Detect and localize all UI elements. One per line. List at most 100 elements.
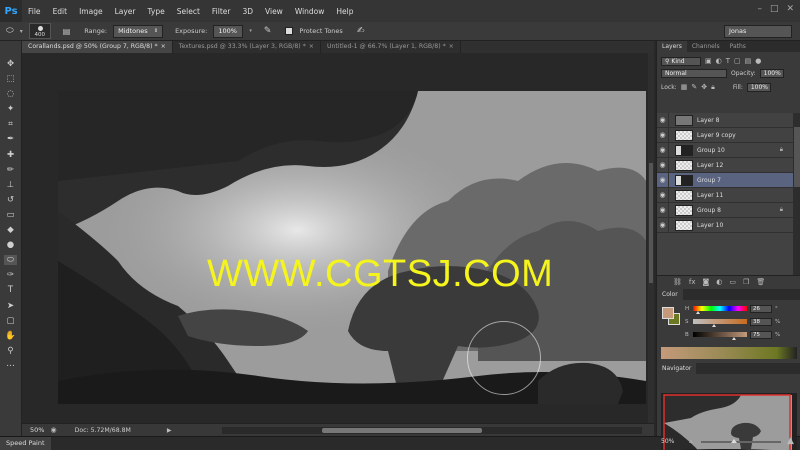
- filter-type-icon[interactable]: T: [726, 57, 730, 65]
- visibility-eye-icon[interactable]: ◉: [657, 112, 669, 128]
- filter-kind-select[interactable]: ⚲ Kind: [661, 56, 701, 66]
- menu-type[interactable]: Type: [142, 7, 171, 16]
- dodge-tool-icon[interactable]: ⬭: [6, 26, 14, 36]
- filter-pixel-icon[interactable]: ▣: [705, 57, 712, 65]
- lock-pixels-icon[interactable]: ✎: [691, 83, 697, 91]
- exposure-input[interactable]: 100%: [213, 24, 244, 38]
- color-foreground-swatch[interactable]: [662, 307, 674, 319]
- zoom-tool-icon[interactable]: ⚲: [4, 346, 17, 356]
- filter-smart-icon[interactable]: ▤: [745, 57, 752, 65]
- tool-preset-chevron-icon[interactable]: ▾: [20, 28, 23, 35]
- brightness-input[interactable]: 75: [750, 330, 772, 339]
- exposure-dropdown-icon[interactable]: ▾: [249, 28, 252, 34]
- shape-tool-icon[interactable]: ▢: [4, 316, 17, 326]
- fill-input[interactable]: 100%: [746, 82, 771, 92]
- visibility-eye-icon[interactable]: ◉: [657, 187, 669, 203]
- dodge-tool-icon[interactable]: ⬭: [4, 255, 17, 266]
- layer-row-selected[interactable]: ◉ Group 7: [657, 172, 793, 188]
- scrollbar-thumb[interactable]: [322, 428, 482, 433]
- navigator-zoom-slider[interactable]: [701, 439, 781, 443]
- zoom-level[interactable]: 50%: [30, 426, 44, 434]
- menu-help[interactable]: Help: [330, 7, 359, 16]
- type-tool-icon[interactable]: T: [4, 285, 17, 295]
- adjustment-icon[interactable]: ◐: [716, 278, 722, 286]
- slider-thumb[interactable]: [731, 439, 737, 443]
- visibility-eye-icon[interactable]: ◉: [657, 127, 669, 143]
- saturation-slider[interactable]: [693, 319, 747, 327]
- layer-row[interactable]: ◉ Layer 9 copy: [657, 127, 793, 143]
- tab-untitled[interactable]: Untitled-1 @ 66.7% (Layer 1, RGB/8) * ×: [320, 41, 461, 53]
- fx-icon[interactable]: fx: [689, 278, 696, 286]
- status-options-icon[interactable]: ◉: [50, 426, 56, 434]
- brightness-slider[interactable]: [693, 332, 747, 340]
- artwork-canvas[interactable]: [58, 91, 646, 404]
- layer-row[interactable]: ◉ Layer 12: [657, 157, 793, 173]
- zoom-out-icon[interactable]: ▵: [689, 437, 693, 445]
- filter-shape-icon[interactable]: ▢: [734, 57, 741, 65]
- close-tab-icon[interactable]: ×: [161, 43, 166, 50]
- filter-adjust-icon[interactable]: ◐: [716, 57, 722, 65]
- hue-input[interactable]: 26: [750, 304, 772, 313]
- more-tools-icon[interactable]: ⋯: [4, 361, 17, 371]
- color-ramp[interactable]: [661, 347, 797, 359]
- layers-scrollbar[interactable]: [793, 113, 800, 275]
- maximize-icon[interactable]: □: [770, 4, 779, 14]
- tab-textures[interactable]: Textures.psd @ 33.3% (Layer 3, RGB/8) * ×: [172, 41, 321, 53]
- workspace-select[interactable]: Jonas: [724, 25, 792, 38]
- layer-row[interactable]: ◉ Layer 8: [657, 112, 793, 128]
- menu-layer[interactable]: Layer: [109, 7, 142, 16]
- tab-corallands[interactable]: Corallands.psd @ 50% (Group 7, RGB/8) * ×: [22, 41, 173, 53]
- close-tab-icon[interactable]: ×: [309, 43, 314, 50]
- close-icon[interactable]: ✕: [786, 4, 794, 14]
- menu-file[interactable]: File: [22, 7, 47, 16]
- path-select-tool-icon[interactable]: ➤: [4, 301, 17, 311]
- trash-icon[interactable]: 🗑︎: [756, 278, 765, 286]
- clone-stamp-tool-icon[interactable]: ⊥: [4, 180, 17, 190]
- lasso-tool-icon[interactable]: ◌: [4, 89, 17, 99]
- slider-thumb[interactable]: [712, 324, 716, 327]
- new-layer-icon[interactable]: ❐: [743, 278, 749, 286]
- range-select[interactable]: Midtones ⇕: [113, 24, 164, 38]
- pressure-size-icon[interactable]: ✍: [357, 26, 365, 36]
- tab-channels[interactable]: Channels: [687, 41, 725, 52]
- quick-select-tool-icon[interactable]: ✦: [4, 104, 17, 114]
- minimize-icon[interactable]: –: [757, 4, 762, 14]
- lock-transparent-icon[interactable]: ▦: [681, 83, 688, 91]
- layer-row[interactable]: ◉ Layer 11: [657, 187, 793, 203]
- zoom-in-icon[interactable]: ▲: [787, 436, 794, 446]
- history-brush-tool-icon[interactable]: ↺: [4, 195, 17, 205]
- tab-color[interactable]: Color: [657, 289, 683, 300]
- visibility-eye-icon[interactable]: ◉: [657, 142, 669, 158]
- healing-brush-tool-icon[interactable]: ✚: [4, 150, 17, 160]
- protect-tones-checkbox[interactable]: [285, 27, 294, 35]
- visibility-eye-icon[interactable]: ◉: [657, 157, 669, 173]
- navigator-zoom-value[interactable]: 50%: [661, 438, 674, 445]
- scrollbar-thumb[interactable]: [794, 127, 800, 187]
- eraser-tool-icon[interactable]: ▭: [4, 210, 17, 220]
- close-tab-icon[interactable]: ×: [449, 43, 454, 50]
- canvas-horizontal-scrollbar[interactable]: [222, 427, 642, 434]
- menu-view[interactable]: View: [259, 7, 289, 16]
- slider-thumb[interactable]: [696, 311, 700, 314]
- marquee-tool-icon[interactable]: ⬚: [4, 74, 17, 84]
- menu-filter[interactable]: Filter: [206, 7, 237, 16]
- blur-tool-icon[interactable]: ●: [4, 240, 17, 250]
- lock-position-icon[interactable]: ✥: [701, 83, 707, 91]
- slider-thumb[interactable]: [732, 337, 736, 340]
- tab-paths[interactable]: Paths: [725, 41, 751, 52]
- filter-toggle-icon[interactable]: ●: [755, 57, 761, 65]
- canvas-area[interactable]: WWW.CGTSJ.COM: [22, 53, 654, 423]
- opacity-input[interactable]: 100%: [759, 68, 784, 78]
- tab-layers[interactable]: Layers: [657, 41, 687, 52]
- visibility-eye-icon[interactable]: ◉: [657, 202, 669, 218]
- menu-edit[interactable]: Edit: [47, 7, 74, 16]
- brush-tool-icon[interactable]: ✏: [4, 165, 17, 175]
- hue-slider[interactable]: [693, 306, 747, 314]
- eyedropper-tool-icon[interactable]: ✒: [4, 134, 17, 144]
- canvas-vertical-scrollbar[interactable]: [648, 53, 654, 423]
- saturation-input[interactable]: 38: [750, 317, 772, 326]
- scrollbar-thumb[interactable]: [649, 163, 653, 283]
- link-icon[interactable]: ⛓: [673, 278, 682, 286]
- mask-icon[interactable]: ◙: [703, 278, 710, 286]
- crop-tool-icon[interactable]: ⌗: [4, 119, 17, 129]
